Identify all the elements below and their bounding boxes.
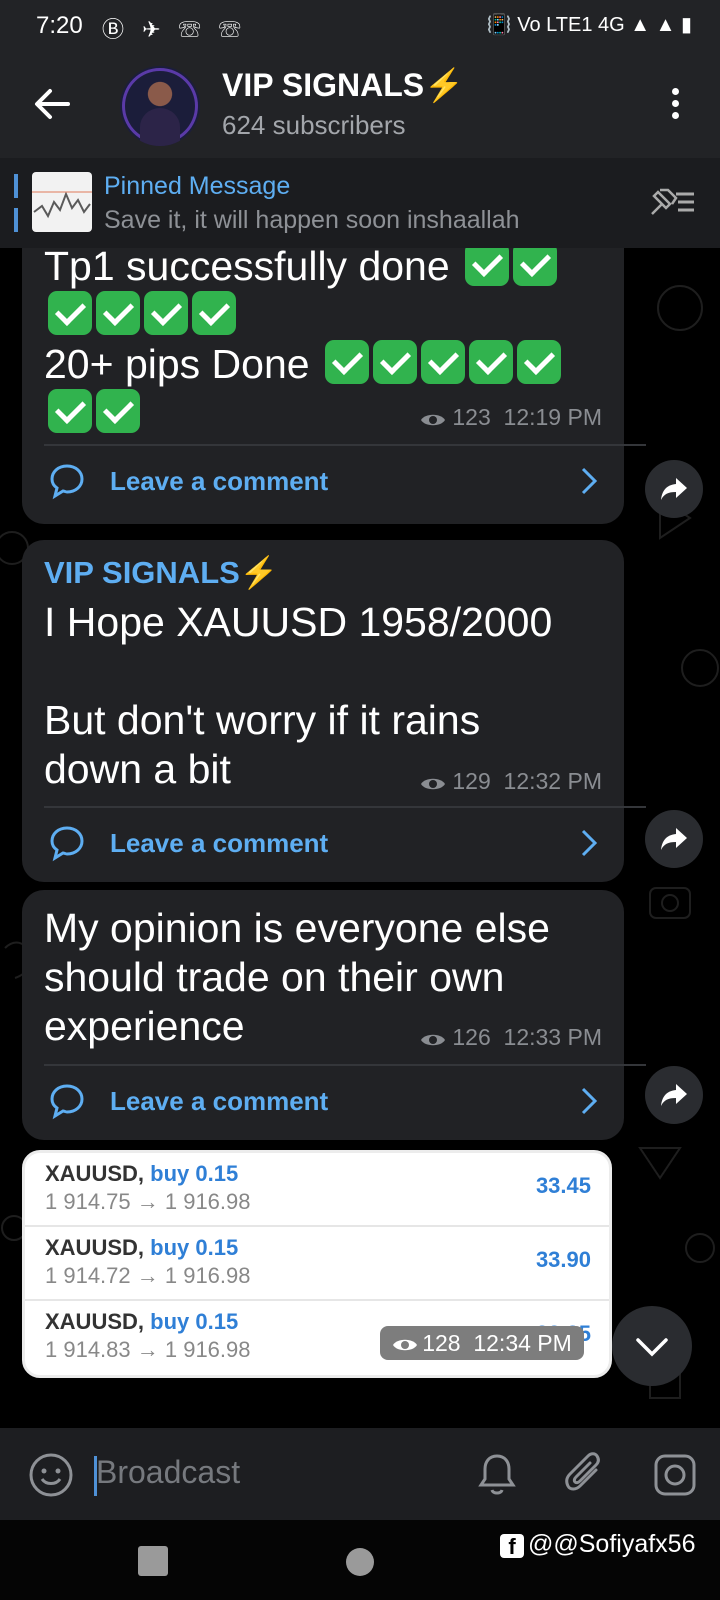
message-time: 12:34 PM (473, 1330, 572, 1356)
message-time: 12:32 PM (503, 768, 602, 794)
check-emoji (48, 291, 92, 335)
views-eye-icon (421, 414, 446, 426)
check-emoji (516, 340, 561, 384)
trade-symbol: XAUUSD, (45, 1235, 145, 1260)
check-emoji (468, 340, 513, 384)
notification-icons: Ⓑ ✈ ☏ ☏ (102, 17, 247, 42)
trade-prices: 1 914.75 → 1 916.98 (45, 1189, 251, 1214)
view-count: 129 (452, 768, 491, 794)
subscriber-count: 624 subscribers (222, 110, 406, 140)
message-bubble[interactable]: VIP SIGNALS⚡ I Hope XAUUSD 1958/2000 But… (22, 540, 646, 882)
status-time: 7:20 (36, 12, 83, 39)
view-count: 126 (452, 1024, 491, 1050)
trade-symbol: XAUUSD, (45, 1161, 145, 1186)
chevron-right-icon (581, 1087, 598, 1115)
trade-prices: 1 914.72 → 1 916.98 (45, 1263, 251, 1288)
check-emoji (96, 389, 140, 433)
leave-comment-label: Leave a comment (110, 1086, 329, 1116)
share-arrow-icon (661, 828, 687, 850)
chevron-right-icon (581, 829, 598, 857)
status-bar: 7:20 Ⓑ ✈ ☏ ☏ 📳 Vo LTE1 4G ▲ ▲ ▮ (0, 0, 720, 52)
views-eye-icon (393, 1339, 418, 1351)
broadcast-input[interactable]: Broadcast (96, 1454, 240, 1491)
message-input-bar: Broadcast (0, 1428, 720, 1520)
pinned-message-bar[interactable]: Pinned Message Save it, it will happen s… (0, 158, 720, 248)
leave-comment-label: Leave a comment (110, 466, 329, 496)
trade-prices: 1 914.83 → 1 916.98 (45, 1337, 251, 1362)
chevron-right-icon (581, 467, 598, 495)
back-arrow-icon[interactable] (30, 82, 74, 126)
check-emoji (513, 248, 558, 286)
trade-action: buy 0.15 (150, 1309, 239, 1334)
system-nav-bar: f @@Sofiyafx56 (0, 1520, 720, 1600)
pin-list-icon[interactable] (648, 184, 696, 220)
check-emoji (465, 248, 510, 286)
message-meta: 129 12:32 PM (420, 768, 602, 795)
share-button[interactable] (645, 810, 703, 868)
leave-comment-button[interactable]: Leave a comment (22, 808, 624, 878)
check-emoji (144, 291, 188, 335)
watermark-text: @@Sofiyafx56 (528, 1530, 696, 1558)
comment-bubble-icon (50, 1084, 84, 1120)
leave-comment-button[interactable]: Leave a comment (22, 1066, 624, 1136)
message-sender: VIP SIGNALS⚡ (44, 555, 279, 590)
channel-title[interactable]: VIP SIGNALS⚡ (222, 66, 464, 104)
comment-bubble-icon (50, 826, 84, 862)
share-button[interactable] (645, 460, 703, 518)
check-emoji (96, 291, 140, 335)
leave-comment-button[interactable]: Leave a comment (22, 446, 624, 516)
share-button[interactable] (645, 1066, 703, 1124)
message-meta: 123 12:19 PM (420, 404, 602, 431)
camera-icon[interactable] (652, 1452, 698, 1498)
more-options-icon[interactable] (672, 88, 682, 124)
scroll-down-button[interactable] (612, 1306, 692, 1386)
system-status-icons: 📳 Vo LTE1 4G ▲ ▲ ▮ (486, 14, 692, 36)
views-eye-icon (421, 1034, 446, 1046)
trade-row: XAUUSD, buy 0.15 1 914.72 → 1 916.98 33.… (25, 1227, 609, 1301)
view-count: 123 (452, 404, 491, 430)
channel-avatar[interactable] (120, 66, 200, 146)
channel-header: VIP SIGNALS⚡ 624 subscribers (0, 52, 720, 158)
chart-thumbnail-icon (32, 191, 92, 219)
comment-bubble-icon (50, 464, 84, 500)
trade-action: buy 0.15 (150, 1161, 239, 1186)
image-meta-badge: 128 12:34 PM (380, 1326, 584, 1360)
pinned-text: Save it, it will happen soon inshaallah (104, 206, 520, 234)
trade-action: buy 0.15 (150, 1235, 239, 1260)
message-time: 12:33 PM (503, 1024, 602, 1050)
emoji-icon[interactable] (28, 1452, 74, 1498)
share-arrow-icon (661, 478, 687, 500)
trade-profit: 33.90 (535, 1247, 591, 1272)
pinned-thumbnail (32, 172, 92, 232)
trade-profit: 33.45 (535, 1173, 591, 1198)
check-emoji (48, 389, 92, 433)
check-emoji (372, 340, 417, 384)
check-emoji (324, 340, 369, 384)
home-button[interactable] (346, 1548, 374, 1576)
message-time: 12:19 PM (503, 404, 602, 430)
view-count: 128 (422, 1330, 461, 1356)
watermark: f @@Sofiyafx56 (500, 1530, 696, 1559)
check-emoji (420, 340, 465, 384)
message-meta: 126 12:33 PM (420, 1024, 602, 1051)
share-arrow-icon (661, 1084, 687, 1106)
leave-comment-label: Leave a comment (110, 828, 329, 858)
views-eye-icon (421, 778, 446, 790)
facebook-icon: f (500, 1534, 524, 1559)
message-bubble[interactable]: Tp1 successfully done 20+ pips Done 123 … (22, 248, 646, 524)
recents-button[interactable] (138, 1546, 168, 1576)
bell-icon[interactable] (474, 1450, 520, 1498)
trade-row: XAUUSD, buy 0.15 1 914.75 → 1 916.98 33.… (25, 1153, 609, 1227)
message-bubble[interactable]: My opinion is everyone else should trade… (22, 890, 646, 1140)
check-emoji (192, 291, 236, 335)
pinned-indicator (14, 174, 18, 232)
message-text: I Hope XAUUSD 1958/2000 But don't worry … (44, 599, 553, 792)
attach-icon[interactable] (562, 1450, 608, 1498)
pinned-title: Pinned Message (104, 172, 291, 200)
trade-symbol: XAUUSD, (45, 1309, 145, 1334)
chevron-down-icon (636, 1338, 668, 1357)
